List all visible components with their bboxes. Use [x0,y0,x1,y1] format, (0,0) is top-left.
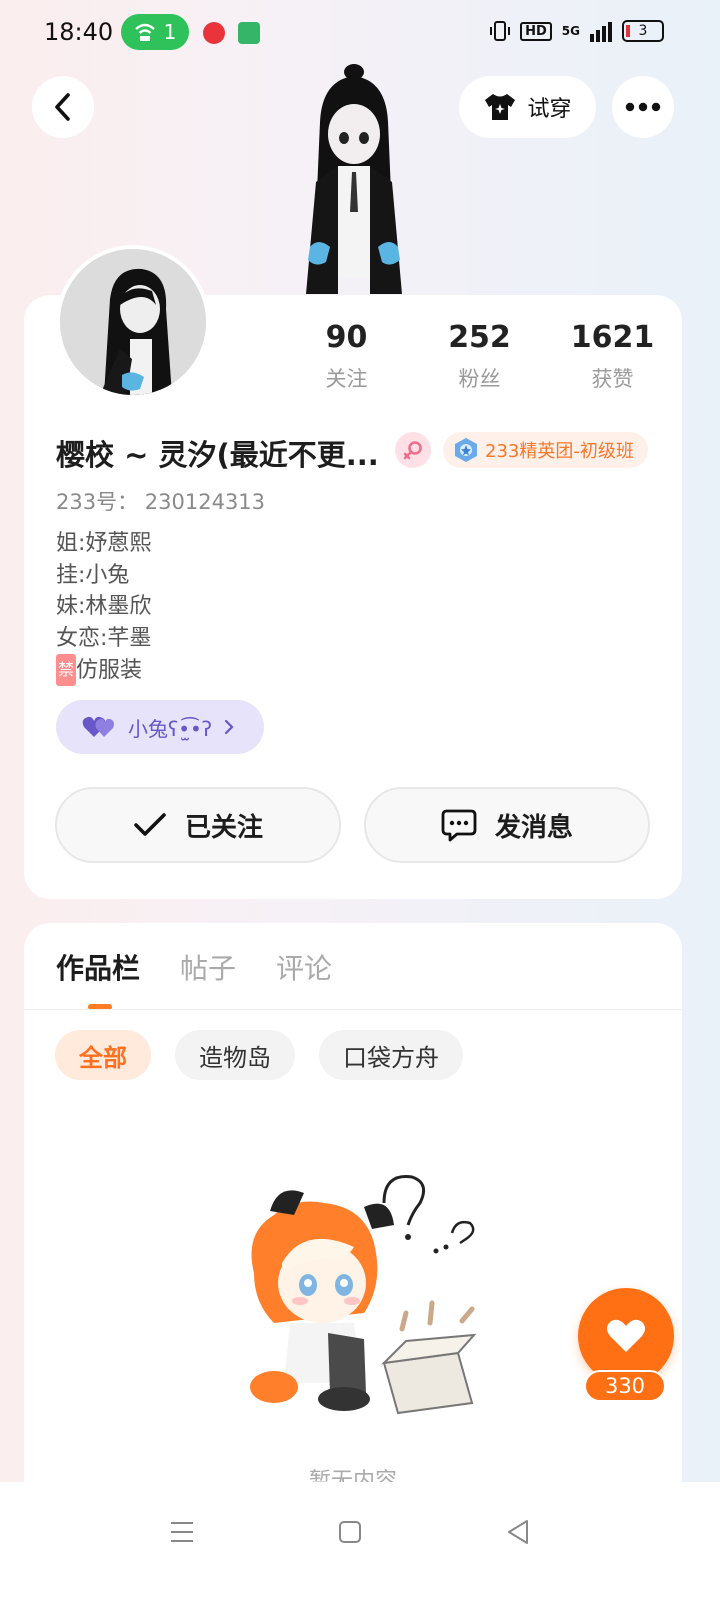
wifi-icon [134,23,155,41]
following-stat[interactable]: 90 关注 [280,320,413,393]
works-panel: 作品栏 帖子 评论 全部 造物岛 口袋方舟 暂无内容 [24,923,682,1503]
bio-line: 女恋:芊墨 [56,625,152,651]
battery-icon: 3 [622,20,664,42]
shirt-icon [485,94,516,120]
like-count: 330 [584,1370,666,1402]
message-button[interactable]: 发消息 [364,787,650,863]
user-id-value: 230124313 [144,490,266,514]
heart-pair-icon [82,716,114,737]
hd-indicator: HD [520,21,552,41]
chat-bubble-icon [441,809,477,842]
filter-pocket-ark[interactable]: 口袋方舟 [319,1030,463,1080]
avatar-3d-figure[interactable] [286,62,422,294]
home-nav-button[interactable] [330,1512,370,1552]
chevron-left-icon [55,93,70,121]
back-nav-button[interactable] [498,1512,538,1552]
filter-all[interactable]: 全部 [55,1030,151,1080]
profile-avatar[interactable] [56,245,210,399]
triangle-back-icon [508,1520,528,1544]
followers-stat[interactable]: 252 粉丝 [413,320,546,393]
user-id: 233号： 230124313 [56,486,265,516]
chevron-right-icon [224,719,234,735]
likes-stat[interactable]: 1621 获赞 [546,320,679,393]
rank-medal-icon [455,438,477,462]
heart-icon [607,1319,645,1352]
more-dots-icon [625,102,661,112]
try-on-label: 试穿 [527,97,572,122]
follow-label: 已关注 [184,812,263,843]
content-tabs: 作品栏 帖子 评论 [56,947,332,987]
followers-count: 252 [448,320,511,355]
system-nav-bar [0,1482,720,1600]
following-label: 关注 [325,367,368,391]
follow-button[interactable]: 已关注 [55,787,341,863]
avatar-image [60,249,206,395]
message-label: 发消息 [494,812,573,843]
battery-app-notification-icon [238,22,260,44]
rank-label: 233精英团-初级班 [485,441,634,462]
cp-label: 小兔ʕ•̫͡•ʔ [128,716,213,741]
vibrate-icon [490,21,511,41]
signal-icon [590,20,612,42]
user-id-label: 233号： [56,490,139,514]
gender-badge [395,432,431,468]
profile-name: 樱校 ~ 灵汐(最近不更... [56,438,376,472]
bio-line: 妹:林墨欣 [56,594,152,619]
battery-level: 3 [638,23,648,39]
tabs-divider [24,1009,682,1010]
status-right: HD 5G 3 [490,20,664,42]
check-icon [134,813,166,836]
likes-label: 获赞 [591,367,634,391]
tab-works[interactable]: 作品栏 [56,947,140,987]
status-time: 18:40 [44,18,114,46]
video-app-notification-icon [203,22,225,44]
bio-last-text: 仿服装 [76,658,143,683]
bio-line: 禁仿服装 [56,654,151,687]
followers-label: 粉丝 [458,367,501,391]
rank-badge[interactable]: 233精英团-初级班 [443,432,648,468]
tab-posts[interactable]: 帖子 [180,947,236,987]
profile-stats: 90 关注 252 粉丝 1621 获赞 [280,320,680,393]
bio-line: 挂:小兔 [56,562,130,588]
works-filters: 全部 造物岛 口袋方舟 [55,1030,463,1080]
back-button[interactable] [32,76,94,138]
menu-icon [171,1522,193,1542]
cp-relation-pill[interactable]: 小兔ʕ•̫͡•ʔ [56,700,264,754]
network-type: 5G [561,24,580,38]
menu-nav-button[interactable] [162,1512,202,1552]
square-icon [339,1521,361,1543]
profile-bio: 姐:妤蒽熙 挂:小兔 妹:林墨欣 女恋:芊墨 禁仿服装 [56,528,151,687]
empty-state-illustration [250,1175,477,1415]
status-bar: 18:40 1 HD 5G 3 [0,0,720,64]
hotspot-indicator: 1 [121,14,189,50]
ban-tag: 禁 [56,654,77,686]
female-icon [403,441,422,460]
more-button[interactable] [612,76,674,138]
try-on-button[interactable]: 试穿 [459,76,596,138]
tab-comments[interactable]: 评论 [276,947,332,987]
likes-count: 1621 [570,320,655,355]
hotspot-count: 1 [163,20,177,44]
bio-line: 姐:妤蒽熙 [56,531,152,556]
following-count: 90 [325,320,368,355]
filter-creation-island[interactable]: 造物岛 [175,1030,295,1080]
